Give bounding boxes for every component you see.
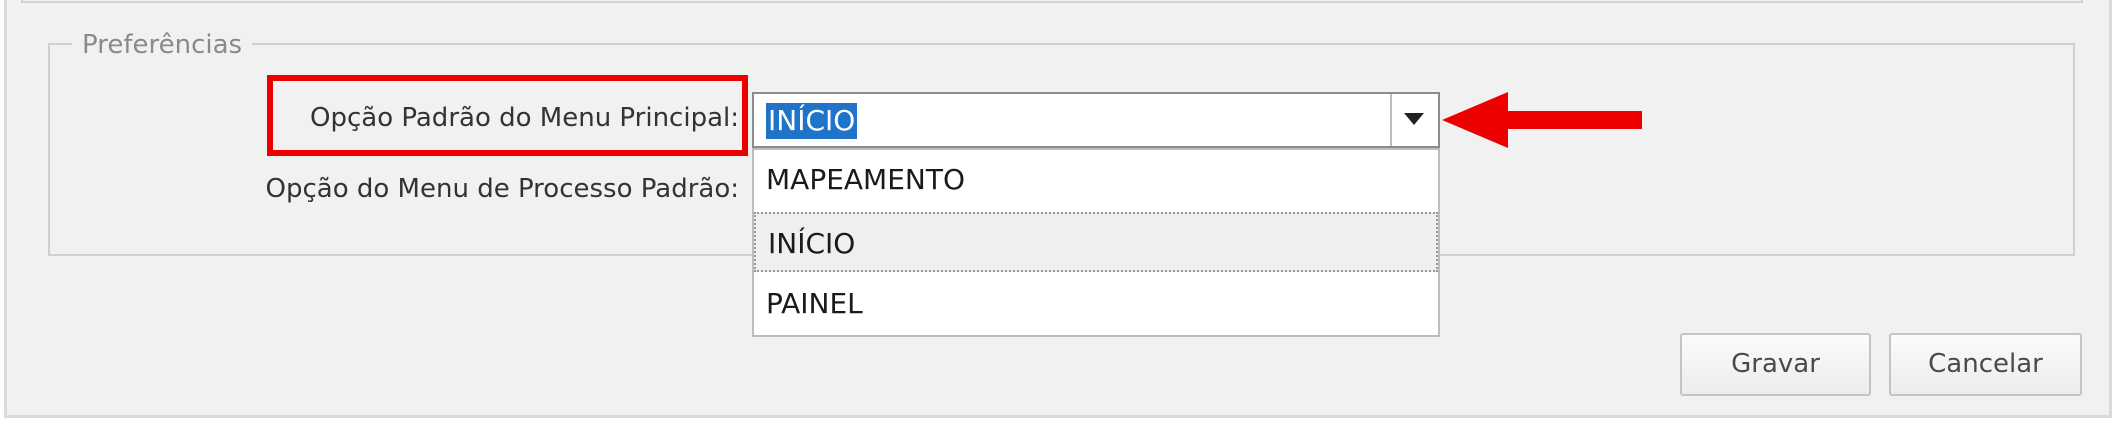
main-menu-selected-value[interactable]: INÍCIO: [766, 103, 858, 139]
dropdown-option-painel[interactable]: PAINEL: [754, 274, 1438, 334]
save-button[interactable]: Gravar: [1680, 333, 1871, 396]
dropdown-option-mapeamento[interactable]: MAPEAMENTO: [754, 150, 1438, 210]
cancel-button[interactable]: Cancelar: [1889, 333, 2082, 396]
process-menu-label: Opção do Menu de Processo Padrão:: [265, 174, 740, 204]
arrow-left-icon: [1442, 92, 1642, 148]
main-menu-select[interactable]: INÍCIO: [752, 92, 1440, 148]
dropdown-option-inicio[interactable]: INÍCIO: [754, 212, 1438, 272]
upper-section-border: [21, 0, 2083, 3]
preferences-legend: Preferências: [72, 28, 253, 62]
chevron-down-icon: [1404, 113, 1424, 125]
dropdown-toggle-button[interactable]: [1390, 94, 1438, 146]
stage: Preferências Opção Padrão do Menu Princi…: [0, 0, 2120, 424]
annotation-highlight-box: [267, 75, 748, 156]
main-menu-dropdown-list: MAPEAMENTO INÍCIO PAINEL: [752, 148, 1440, 337]
